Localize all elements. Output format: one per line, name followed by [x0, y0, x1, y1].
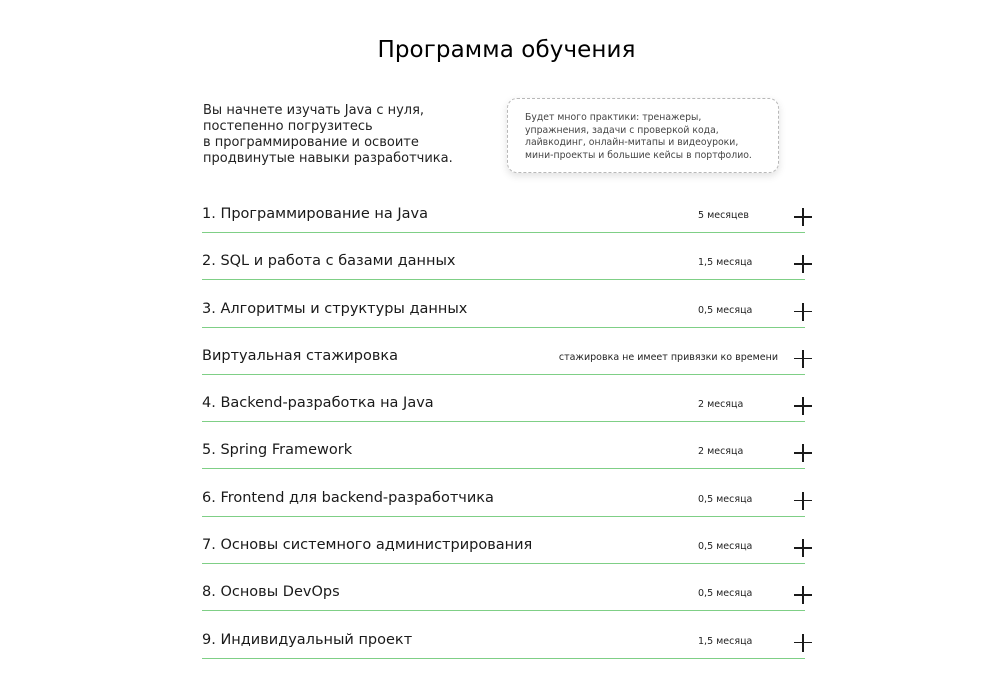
plus-icon[interactable] — [794, 539, 812, 558]
plus-icon[interactable] — [794, 633, 812, 652]
module-duration: 5 месяцев — [698, 210, 749, 221]
module-row-spring[interactable]: 5. Spring Framework 2 месяца — [202, 433, 816, 480]
plus-icon[interactable] — [794, 397, 812, 416]
plus-icon[interactable] — [794, 302, 812, 321]
module-title: 1. Программирование на Java — [202, 206, 428, 222]
module-duration: 1,5 месяца — [698, 635, 753, 647]
module-title: 8. Основы DevOps — [202, 584, 340, 601]
module-duration: 2 месяца — [698, 446, 744, 458]
module-row-individual-project[interactable]: 9. Индивидуальный проект 1,5 месяца — [202, 623, 816, 670]
divider — [202, 232, 805, 233]
module-duration: 0,5 месяца — [698, 588, 753, 600]
module-row-sysadmin[interactable]: 7. Основы системного администрирования 0… — [202, 528, 816, 575]
plus-icon[interactable] — [794, 349, 812, 368]
module-row-frontend[interactable]: 6. Frontend для backend-разработчика 0,5… — [202, 481, 816, 528]
page-title: Программа обучения — [377, 37, 636, 64]
divider — [202, 610, 805, 612]
module-title: 9. Индивидуальный проект — [202, 631, 413, 648]
module-row-sql[interactable]: 2. SQL и работа с базами данных 1,5 меся… — [202, 244, 816, 291]
divider — [202, 373, 805, 375]
module-title: 4. Backend-разработка на Java — [202, 395, 434, 412]
divider — [202, 326, 805, 328]
module-duration: стажировка не имеет привязки ко времени — [558, 351, 778, 363]
intro-text: Вы начнете изучать Java с нуля, постепен… — [203, 103, 453, 166]
module-title: 3. Алгоритмы и структуры данных — [202, 300, 468, 317]
plus-icon[interactable] — [794, 586, 812, 605]
module-title: 7. Основы системного администрирования — [202, 537, 533, 554]
practice-note: Будет много практики: тренажеры, упражне… — [507, 98, 779, 173]
plus-icon[interactable] — [794, 208, 812, 226]
divider — [202, 515, 805, 517]
module-title: Виртуальная стажировка — [202, 347, 399, 364]
curriculum-list: 1. Программирование на Java 5 месяцев 2.… — [202, 197, 816, 670]
module-duration: 0,5 месяца — [698, 541, 753, 553]
module-duration: 0,5 месяца — [698, 493, 753, 505]
module-row-backend-java[interactable]: 4. Backend-разработка на Java 2 месяца — [202, 386, 816, 433]
module-duration: 2 месяца — [698, 399, 744, 411]
divider — [202, 421, 805, 423]
plus-icon[interactable] — [794, 491, 812, 510]
plus-icon[interactable] — [794, 444, 812, 463]
module-row-virtual-internship[interactable]: Виртуальная стажировка стажировка не име… — [202, 339, 816, 386]
module-row-java-programming[interactable]: 1. Программирование на Java 5 месяцев — [202, 197, 816, 244]
divider — [202, 563, 805, 565]
module-duration: 0,5 месяца — [698, 304, 753, 316]
divider — [202, 279, 805, 281]
divider — [202, 468, 805, 470]
module-row-algorithms[interactable]: 3. Алгоритмы и структуры данных 0,5 меся… — [202, 292, 816, 339]
module-duration: 1,5 месяца — [698, 257, 753, 269]
module-title: 2. SQL и работа с базами данных — [202, 253, 456, 270]
module-title: 6. Frontend для backend-разработчика — [202, 489, 494, 506]
module-row-devops[interactable]: 8. Основы DevOps 0,5 месяца — [202, 575, 816, 622]
module-title: 5. Spring Framework — [202, 442, 353, 459]
plus-icon[interactable] — [794, 255, 812, 274]
divider — [202, 657, 805, 659]
